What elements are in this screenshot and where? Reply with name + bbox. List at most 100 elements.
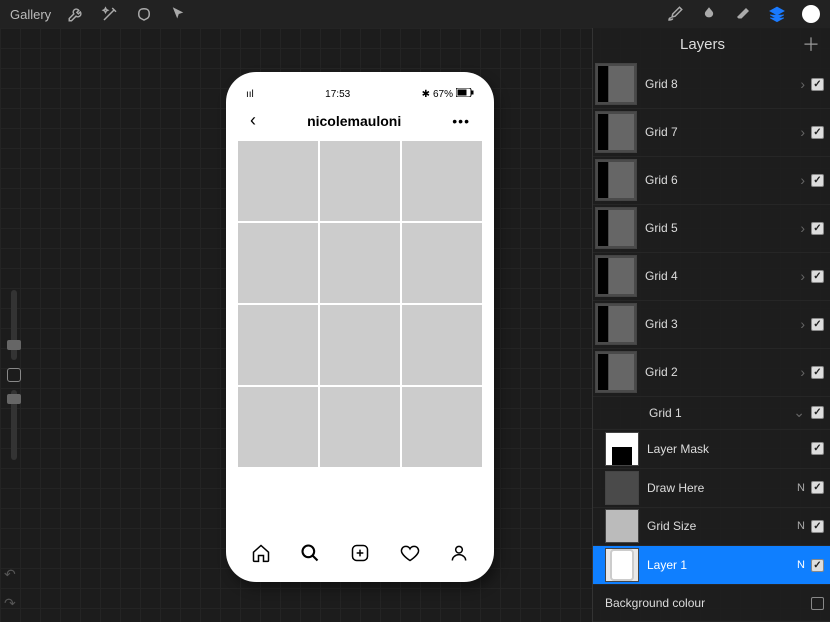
profile-title: nicolemauloni bbox=[307, 113, 401, 129]
visibility-checkbox[interactable] bbox=[811, 406, 824, 419]
visibility-checkbox[interactable] bbox=[811, 597, 824, 610]
brush-sliders bbox=[4, 290, 24, 460]
status-bar: ııl 17:53 ✱ 67% bbox=[236, 82, 484, 102]
bluetooth-icon: ✱ bbox=[422, 89, 430, 100]
layer-group[interactable]: Grid 8 › bbox=[593, 61, 830, 109]
layer-group[interactable]: Grid 5 › bbox=[593, 205, 830, 253]
search-tab-icon[interactable] bbox=[300, 543, 320, 563]
layer-group-grid1[interactable]: Grid 1 ⌄ bbox=[593, 397, 830, 430]
cursor-icon[interactable] bbox=[169, 5, 187, 23]
modifier-button[interactable] bbox=[7, 368, 21, 382]
layer-thumbnail bbox=[595, 63, 637, 105]
layer-group[interactable]: Grid 7 › bbox=[593, 109, 830, 157]
status-time: 17:53 bbox=[325, 89, 350, 100]
chevron-right-icon[interactable]: › bbox=[800, 364, 805, 380]
layer-group[interactable]: Grid 4 › bbox=[593, 253, 830, 301]
layer-group[interactable]: Grid 2 › bbox=[593, 349, 830, 397]
layer-thumbnail bbox=[595, 159, 637, 201]
color-picker-button[interactable] bbox=[802, 5, 820, 23]
chevron-right-icon[interactable]: › bbox=[800, 316, 805, 332]
post-cell[interactable] bbox=[320, 141, 400, 221]
post-cell[interactable] bbox=[320, 387, 400, 467]
top-toolbar: Gallery bbox=[0, 0, 830, 28]
undo-button[interactable]: ↶ bbox=[4, 566, 16, 583]
layer-label: Grid 4 bbox=[645, 269, 794, 283]
profile-header: ‹ nicolemauloni ••• bbox=[236, 102, 484, 141]
post-cell[interactable] bbox=[320, 223, 400, 303]
smudge-icon[interactable] bbox=[700, 5, 718, 23]
undo-redo: ↶ ↷ bbox=[4, 566, 16, 612]
layer-label: Grid 2 bbox=[645, 365, 794, 379]
post-cell[interactable] bbox=[402, 223, 482, 303]
post-cell[interactable] bbox=[238, 141, 318, 221]
layer-row-layer1[interactable]: Layer 1 N bbox=[593, 546, 830, 585]
profile-tab-icon[interactable] bbox=[449, 543, 469, 563]
visibility-checkbox[interactable] bbox=[811, 559, 824, 572]
layer-label: Grid 3 bbox=[645, 317, 794, 331]
layer-row-background[interactable]: Background colour bbox=[593, 585, 830, 622]
post-cell[interactable] bbox=[402, 305, 482, 385]
chevron-right-icon[interactable]: › bbox=[800, 76, 805, 92]
home-tab-icon[interactable] bbox=[251, 543, 271, 563]
wrench-icon[interactable] bbox=[67, 5, 85, 23]
layer-label: Grid 7 bbox=[645, 125, 794, 139]
brush-opacity-slider[interactable] bbox=[11, 390, 17, 460]
selection-icon[interactable] bbox=[135, 5, 153, 23]
redo-button[interactable]: ↷ bbox=[4, 595, 16, 612]
phone-mockup: ııl 17:53 ✱ 67% ‹ nicolemauloni ••• bbox=[226, 72, 494, 582]
chevron-right-icon[interactable]: › bbox=[800, 124, 805, 140]
layers-header: Layers ＋ bbox=[593, 28, 830, 61]
brush-size-slider[interactable] bbox=[11, 290, 17, 360]
visibility-checkbox[interactable] bbox=[811, 222, 824, 235]
chevron-down-icon[interactable]: ⌄ bbox=[793, 404, 805, 421]
layers-panel: Layers ＋ Grid 8 › Grid 7 › Grid 6 › Grid… bbox=[592, 28, 830, 622]
wand-icon[interactable] bbox=[101, 5, 119, 23]
post-cell[interactable] bbox=[402, 387, 482, 467]
visibility-checkbox[interactable] bbox=[811, 442, 824, 455]
post-cell[interactable] bbox=[238, 305, 318, 385]
layer-group[interactable]: Grid 3 › bbox=[593, 301, 830, 349]
layer-thumbnail bbox=[595, 111, 637, 153]
chevron-right-icon[interactable]: › bbox=[800, 268, 805, 284]
more-button[interactable]: ••• bbox=[452, 113, 470, 129]
battery-text: 67% bbox=[433, 89, 453, 100]
visibility-checkbox[interactable] bbox=[811, 174, 824, 187]
post-cell[interactable] bbox=[238, 387, 318, 467]
visibility-checkbox[interactable] bbox=[811, 126, 824, 139]
back-button[interactable]: ‹ bbox=[250, 110, 256, 131]
tab-bar bbox=[236, 532, 484, 574]
add-layer-button[interactable]: ＋ bbox=[802, 31, 820, 57]
chevron-right-icon[interactable]: › bbox=[800, 172, 805, 188]
gallery-button[interactable]: Gallery bbox=[10, 7, 51, 22]
activity-tab-icon[interactable] bbox=[400, 543, 420, 563]
layer-thumbnail bbox=[605, 509, 639, 543]
post-cell[interactable] bbox=[238, 223, 318, 303]
layer-row-drawhere[interactable]: Draw Here N bbox=[593, 469, 830, 508]
visibility-checkbox[interactable] bbox=[811, 270, 824, 283]
layer-label: Grid 5 bbox=[645, 221, 794, 235]
visibility-checkbox[interactable] bbox=[811, 520, 824, 533]
layer-thumbnail bbox=[605, 432, 639, 466]
visibility-checkbox[interactable] bbox=[811, 481, 824, 494]
layer-thumbnail bbox=[605, 548, 639, 582]
add-tab-icon[interactable] bbox=[350, 543, 370, 563]
chevron-right-icon[interactable]: › bbox=[800, 220, 805, 236]
eraser-icon[interactable] bbox=[734, 5, 752, 23]
layers-title: Layers bbox=[603, 36, 802, 53]
brush-icon[interactable] bbox=[666, 5, 684, 23]
layer-group[interactable]: Grid 6 › bbox=[593, 157, 830, 205]
layer-label: Grid 6 bbox=[645, 173, 794, 187]
layers-icon[interactable] bbox=[768, 5, 786, 23]
layer-row-gridsize[interactable]: Grid Size N bbox=[593, 508, 830, 547]
layer-row-layermask[interactable]: Layer Mask bbox=[593, 430, 830, 469]
post-cell[interactable] bbox=[402, 141, 482, 221]
post-cell[interactable] bbox=[320, 305, 400, 385]
visibility-checkbox[interactable] bbox=[811, 78, 824, 91]
visibility-checkbox[interactable] bbox=[811, 366, 824, 379]
post-grid bbox=[236, 141, 484, 467]
layer-thumbnail bbox=[595, 255, 637, 297]
layer-label: Grid 8 bbox=[645, 77, 794, 91]
layer-thumbnail bbox=[595, 351, 637, 393]
signal-icon: ııl bbox=[246, 89, 254, 100]
visibility-checkbox[interactable] bbox=[811, 318, 824, 331]
